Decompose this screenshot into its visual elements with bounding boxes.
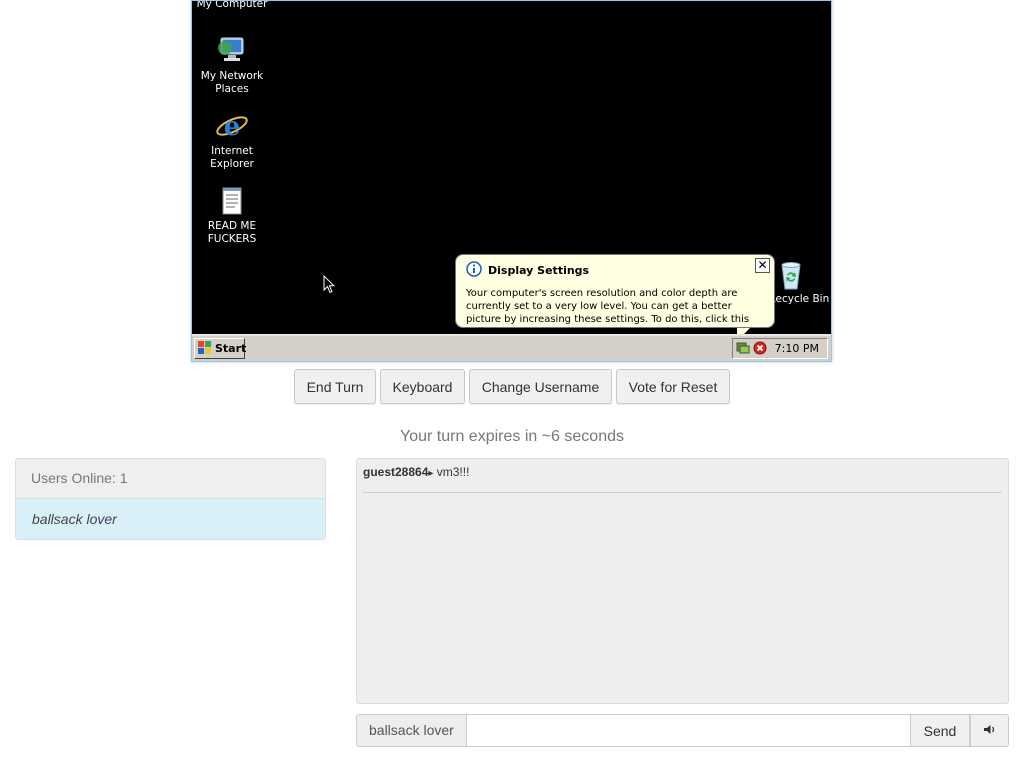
svg-text:e: e bbox=[224, 112, 241, 142]
chat-message: guest28864▸ vm3!!! bbox=[363, 459, 1002, 493]
users-online-header: Users Online: 1 bbox=[16, 459, 325, 499]
balloon-body: Your computer's screen resolution and co… bbox=[466, 288, 750, 338]
balloon-title: Display Settings bbox=[488, 264, 590, 277]
taskbar: Start 7:10 PM bbox=[192, 334, 831, 361]
notepad-document-icon bbox=[192, 186, 272, 218]
desktop-icon-label: Recycle Bin bbox=[768, 293, 830, 305]
volume-button[interactable] bbox=[970, 714, 1009, 747]
desktop-icon-my-computer[interactable]: My Computer bbox=[192, 0, 272, 11]
send-button[interactable]: Send bbox=[911, 714, 970, 747]
desktop-icon-label: My Computer bbox=[196, 0, 268, 10]
display-settings-balloon[interactable]: Display Settings Your computer's screen … bbox=[455, 254, 775, 338]
end-turn-button[interactable]: End Turn bbox=[294, 369, 376, 404]
desktop-icon-label: My Network Places bbox=[200, 70, 264, 95]
network-tray-icon[interactable] bbox=[736, 341, 750, 358]
desktop-icon-label: Internet Explorer bbox=[210, 145, 254, 170]
mouse-pointer-icon bbox=[323, 274, 336, 298]
windows-logo-icon bbox=[198, 340, 212, 357]
turn-status: Your turn expires in ~6 seconds bbox=[400, 428, 624, 445]
vm-screen[interactable]: My Computer My Network Places e Internet… bbox=[191, 0, 832, 362]
chat-input-row: ballsack lover Send bbox=[356, 714, 1009, 747]
speaker-icon bbox=[983, 724, 996, 738]
network-places-icon bbox=[192, 34, 272, 68]
desktop-icon-internet-explorer[interactable]: e Internet Explorer bbox=[192, 109, 272, 171]
chat-input[interactable] bbox=[465, 714, 911, 747]
system-tray: 7:10 PM bbox=[732, 338, 828, 359]
chat-message-text: vm3!!! bbox=[433, 465, 470, 479]
balloon-close-button[interactable]: ✕ bbox=[755, 258, 770, 273]
chat-message-username: guest28864 bbox=[363, 465, 429, 479]
desktop-icon-my-network-places[interactable]: My Network Places bbox=[192, 34, 272, 96]
chat-username-addon: ballsack lover bbox=[356, 714, 466, 747]
desktop-icon-label: READ ME FUCKERS bbox=[207, 220, 257, 245]
taskbar-clock[interactable]: 7:10 PM bbox=[775, 342, 819, 355]
start-button[interactable]: Start bbox=[194, 338, 247, 359]
vote-reset-button[interactable]: Vote for Reset bbox=[616, 369, 730, 404]
keyboard-button[interactable]: Keyboard bbox=[380, 369, 465, 404]
users-panel: Users Online: 1 ballsack lover bbox=[15, 458, 326, 540]
desktop-icon-readme[interactable]: READ ME FUCKERS bbox=[192, 186, 272, 246]
chat-log: guest28864▸ vm3!!! bbox=[356, 458, 1009, 704]
internet-explorer-icon: e bbox=[192, 109, 272, 143]
change-username-button[interactable]: Change Username bbox=[469, 369, 612, 404]
info-icon bbox=[466, 261, 482, 280]
security-alert-icon[interactable] bbox=[753, 341, 767, 358]
user-list-item[interactable]: ballsack lover bbox=[16, 499, 325, 539]
start-label: Start bbox=[215, 342, 247, 355]
balloon-title-row: Display Settings bbox=[466, 261, 765, 280]
